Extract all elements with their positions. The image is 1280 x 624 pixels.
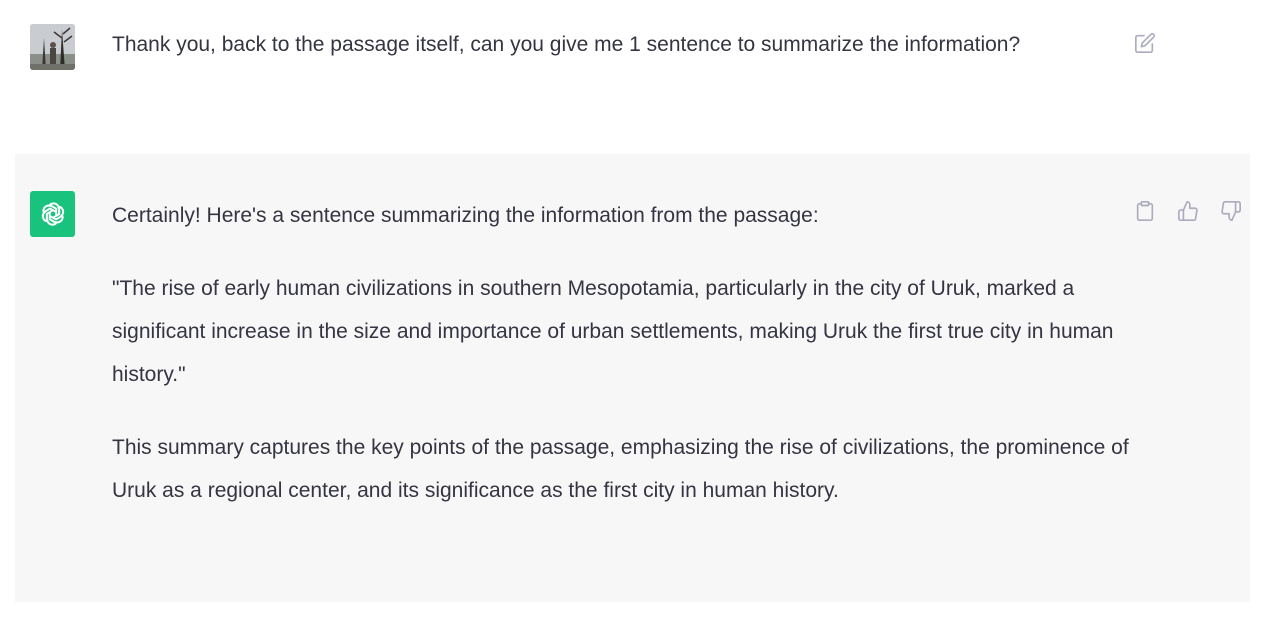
assistant-message-row: Certainly! Here's a sentence summarizing… [15, 154, 1250, 602]
user-avatar [30, 24, 75, 70]
edit-icon[interactable] [1132, 30, 1158, 56]
openai-logo-icon [30, 191, 75, 237]
thumbs-up-icon[interactable] [1175, 198, 1201, 224]
user-message-text: Thank you, back to the passage itself, c… [112, 33, 1021, 56]
assistant-paragraph-intro: Certainly! Here's a sentence summarizing… [112, 204, 819, 227]
assistant-message-text: Certainly! Here's a sentence summarizing… [112, 194, 1132, 542]
thumbs-down-icon[interactable] [1218, 198, 1244, 224]
conversation: Thank you, back to the passage itself, c… [0, 0, 1280, 624]
clipboard-icon[interactable] [1132, 198, 1158, 224]
user-message-row: Thank you, back to the passage itself, c… [0, 0, 1250, 154]
assistant-paragraph-quote: "The rise of early human civilizations i… [112, 277, 1114, 386]
assistant-paragraph-explanation: This summary captures the key points of … [112, 436, 1129, 502]
